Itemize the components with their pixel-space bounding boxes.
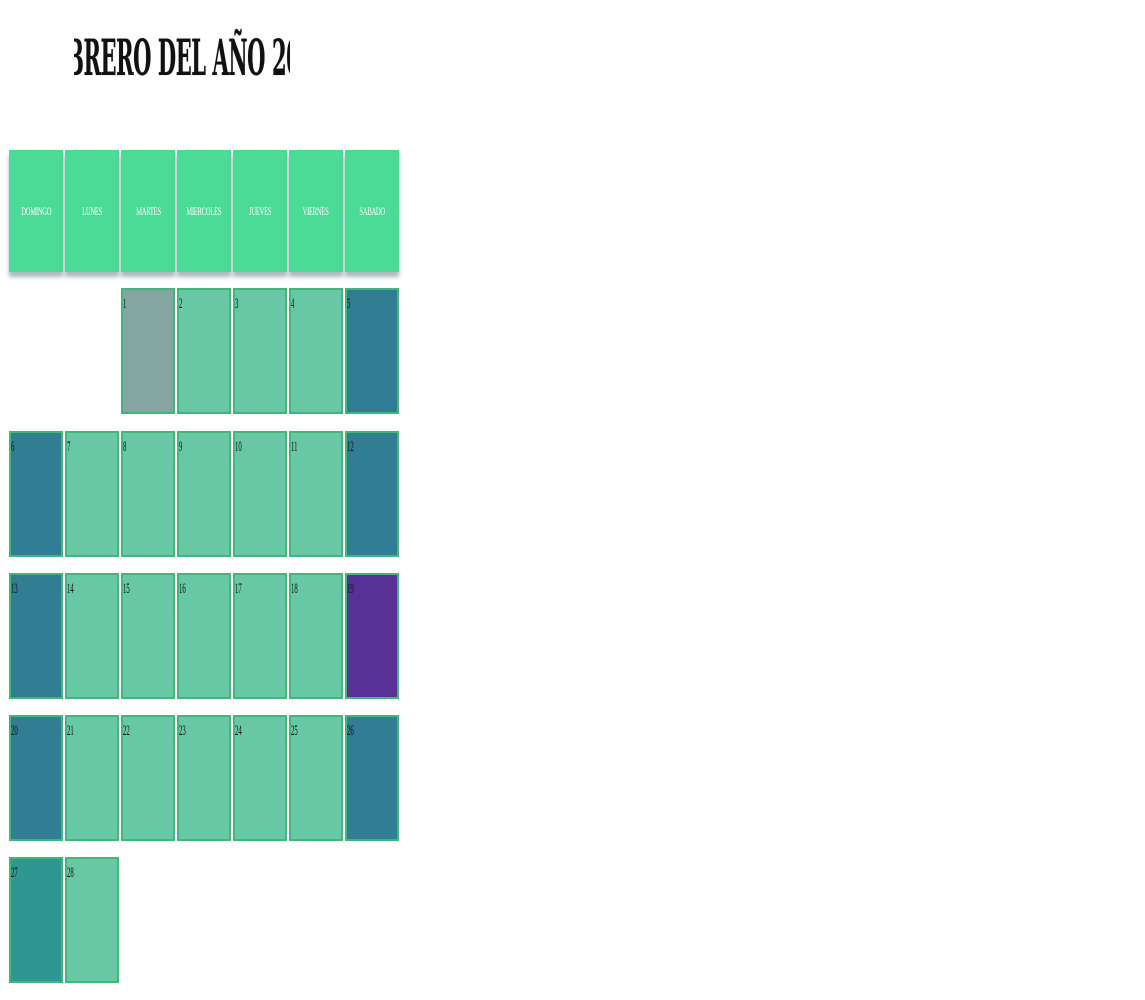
day-cell-3[interactable]: 3 xyxy=(233,288,287,414)
day-cell-24[interactable]: 24 xyxy=(233,715,287,841)
day-cell-9[interactable]: 9 xyxy=(177,431,231,557)
day-cell-8[interactable]: 8 xyxy=(121,431,175,557)
day-cell-11[interactable]: 11 xyxy=(289,431,343,557)
day-cell-6[interactable]: 6 xyxy=(9,431,63,557)
day-cell-14[interactable]: 14 xyxy=(65,573,119,699)
day-cell-15[interactable]: 15 xyxy=(121,573,175,699)
day-cell-25[interactable]: 25 xyxy=(289,715,343,841)
weekday-header-viernes: VIERNES xyxy=(289,150,343,272)
day-cell-5[interactable]: 5 xyxy=(345,288,399,414)
day-cell-2[interactable]: 2 xyxy=(177,288,231,414)
weekday-header-miercoles: MIERCOLES xyxy=(177,150,231,272)
day-cell-12[interactable]: 12 xyxy=(345,431,399,557)
page-title: "FEBRERO DEL AÑO 2021" xyxy=(74,27,290,87)
day-cell-4[interactable]: 4 xyxy=(289,288,343,414)
day-cell-18[interactable]: 18 xyxy=(289,573,343,699)
weekday-header-lunes: LUNES xyxy=(65,150,119,272)
day-cell-16[interactable]: 16 xyxy=(177,573,231,699)
day-cell-17[interactable]: 17 xyxy=(233,573,287,699)
day-cell-10[interactable]: 10 xyxy=(233,431,287,557)
weekday-header-sabado: SABADO xyxy=(345,150,399,272)
weekday-header-domingo: DOMINGO xyxy=(9,150,63,272)
day-cell-13[interactable]: 13 xyxy=(9,573,63,699)
day-cell-22[interactable]: 22 xyxy=(121,715,175,841)
weekday-header-martes: MARTES xyxy=(121,150,175,272)
day-cell-21[interactable]: 21 xyxy=(65,715,119,841)
day-cell-23[interactable]: 23 xyxy=(177,715,231,841)
day-cell-27[interactable]: 27 xyxy=(9,857,63,983)
day-cell-19[interactable]: 19 xyxy=(345,573,399,699)
day-cell-1[interactable]: 1 xyxy=(121,288,175,414)
weekday-header-jueves: JUEVES xyxy=(233,150,287,272)
day-cell-7[interactable]: 7 xyxy=(65,431,119,557)
day-cell-28[interactable]: 28 xyxy=(65,857,119,983)
day-cell-20[interactable]: 20 xyxy=(9,715,63,841)
day-cell-26[interactable]: 26 xyxy=(345,715,399,841)
